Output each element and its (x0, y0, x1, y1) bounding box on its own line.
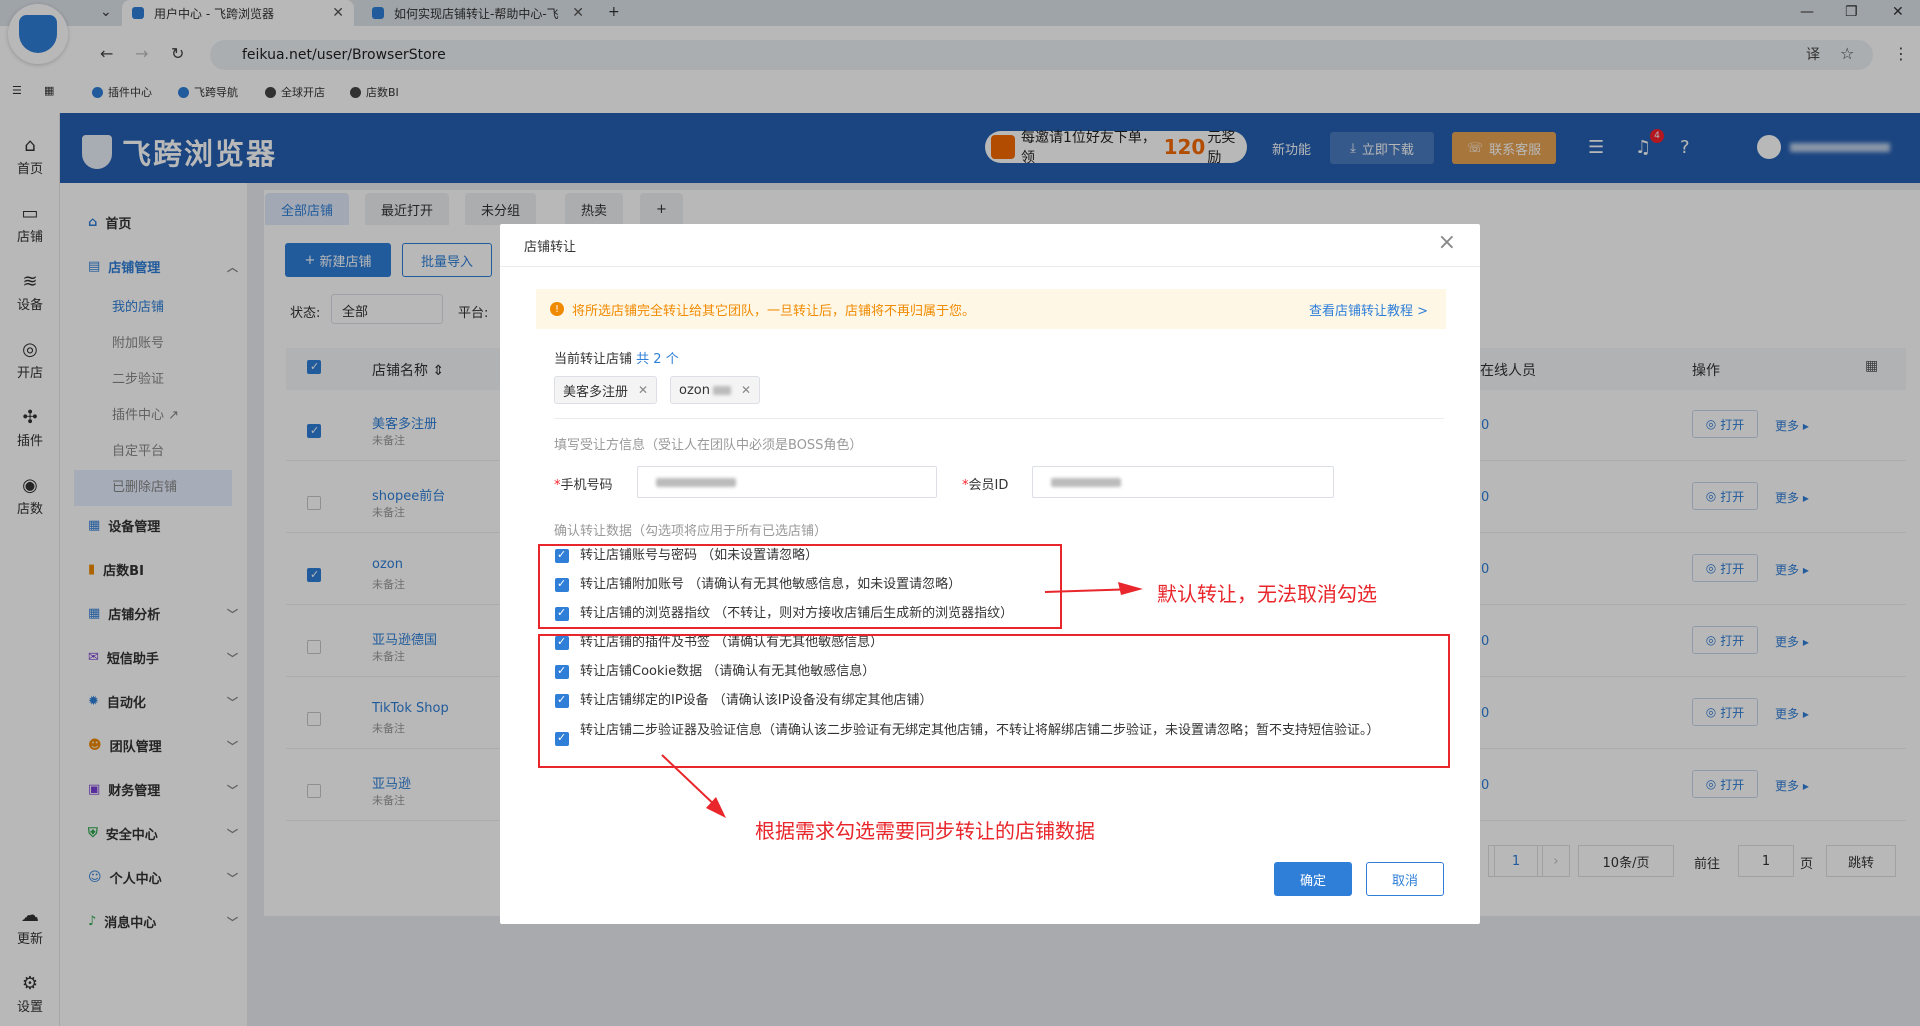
confirm-button[interactable]: 确定 (1274, 862, 1352, 896)
warning-icon: ! (550, 302, 564, 316)
store-chip: ozon ✕ (670, 376, 761, 404)
member-id-label-text: 会员ID (968, 478, 1009, 493)
divider (554, 418, 1444, 419)
member-id-label: *会员ID (962, 478, 1009, 493)
warning-banner: ! 将所选店铺完全转让给其它团队，一旦转让后，店铺将不再归属于您。 查看店铺转让… (536, 289, 1446, 329)
blurred-text (656, 477, 736, 487)
annotation-box-default (538, 544, 1062, 629)
annotation-default-text: 默认转让，无法取消勾选 (1157, 582, 1377, 606)
divider (500, 266, 1480, 267)
blurred-text (712, 385, 731, 395)
chip-label: ozon (679, 382, 710, 398)
blurred-text (1051, 477, 1121, 487)
store-chip: 美客多注册 ✕ (554, 376, 658, 404)
phone-label: *手机号码 (554, 478, 613, 493)
modal-title: 店铺转让 (524, 240, 577, 255)
current-stores-row: 当前转让店铺 共 2 个 (554, 348, 679, 367)
receiver-section-label: 填写受让方信息（受让人在团队中必须是BOSS角色） (554, 438, 863, 453)
cancel-button[interactable]: 取消 (1366, 862, 1444, 896)
phone-label-text: 手机号码 (560, 478, 613, 493)
chip-label: 美客多注册 (563, 384, 629, 400)
close-icon[interactable]: × (1438, 230, 1456, 255)
tutorial-link[interactable]: 查看店铺转让教程 > (1309, 300, 1428, 319)
phone-input[interactable] (637, 466, 937, 498)
member-id-input[interactable] (1032, 466, 1334, 498)
chip-remove-icon[interactable]: ✕ (741, 383, 751, 397)
annotation-select-text: 根据需求勾选需要同步转让的店铺数据 (755, 819, 1095, 843)
current-stores-count: 共 2 个 (636, 352, 679, 367)
chip-remove-icon[interactable]: ✕ (638, 383, 648, 397)
current-stores-label: 当前转让店铺 (554, 352, 633, 367)
annotation-box-optional (538, 634, 1450, 768)
warning-text: 将所选店铺完全转让给其它团队，一旦转让后，店铺将不再归属于您。 (572, 303, 976, 319)
confirm-section-label: 确认转让数据（勾选项将应用于所有已选店铺） (554, 524, 828, 539)
